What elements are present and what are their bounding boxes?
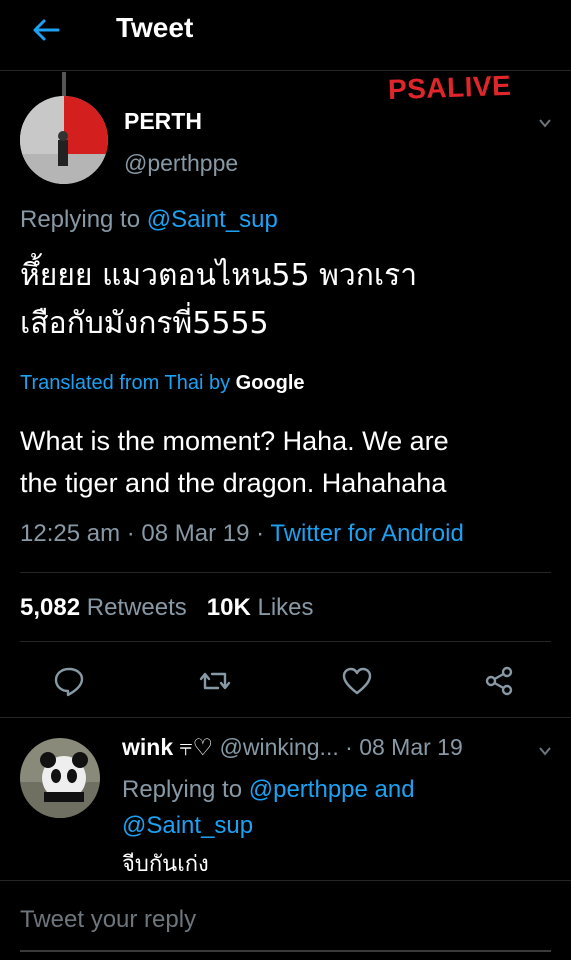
back-arrow-icon[interactable] <box>30 14 62 46</box>
author-avatar[interactable] <box>20 96 108 184</box>
google-label: Google <box>235 372 305 394</box>
author-handle[interactable]: @perthppe <box>124 150 238 177</box>
page-title: Tweet <box>116 12 194 43</box>
compose-underline <box>20 950 551 952</box>
replying-prefix: Replying to <box>122 776 243 803</box>
top-bar: Tweet <box>0 0 571 71</box>
meta-separator: · <box>256 520 265 547</box>
mention-link[interactable]: @Saint_sup <box>147 206 278 233</box>
tweet-stats: 5,082 Retweets 10K Likes <box>20 594 314 622</box>
reply-author-handle[interactable]: @winking... <box>220 734 339 760</box>
reply-compose-input[interactable]: Tweet your reply <box>20 906 196 934</box>
divider <box>0 880 571 881</box>
chevron-down-icon[interactable] <box>538 116 552 130</box>
watermark-text: PSALIVE <box>387 69 512 106</box>
translation-line: the tiger and the dragon. Hahahaha <box>20 468 447 498</box>
mention-link[interactable]: @Saint_sup <box>122 812 253 839</box>
retweets-count: 5,082 <box>20 594 81 621</box>
tweet-text-line: เสือกับมังกรพี่5555 <box>20 306 269 341</box>
retweet-icon[interactable] <box>198 664 232 698</box>
replying-prefix: Replying to <box>20 206 141 233</box>
tweet-text: หึ้ยยย แมวตอนไหน55 พวกเรา เสือกับมังกรพี… <box>20 252 560 348</box>
likes-count: 10K <box>206 594 251 621</box>
author-avatar-image <box>20 96 108 184</box>
likes-stat[interactable]: 10K Likes <box>207 594 314 621</box>
reply-icon[interactable] <box>52 664 86 698</box>
reply-date: 08 Mar 19 <box>359 734 463 760</box>
tweet-time: 12:25 am <box>20 520 121 547</box>
retweets-label: Retweets <box>86 594 187 621</box>
author-name[interactable]: PERTH <box>124 108 202 135</box>
divider <box>0 717 571 718</box>
divider <box>20 641 551 642</box>
chevron-down-icon[interactable] <box>538 744 552 758</box>
meta-separator: · <box>126 520 135 547</box>
translated-prefix: Translated from Thai by <box>20 372 231 394</box>
mention-and: and <box>374 776 415 803</box>
meta-separator: · <box>345 734 353 760</box>
reply-name-emoji: ⫧♡ <box>179 734 214 760</box>
share-icon[interactable] <box>482 664 516 698</box>
translation-line: What is the moment? Haha. We are <box>20 426 449 456</box>
divider <box>20 572 551 573</box>
reply-text: จีบกันเก่ง <box>122 852 209 877</box>
tweet-text-line: หึ้ยยย แมวตอนไหน55 พวกเรา <box>20 258 418 293</box>
translated-label: Translated from Thai by Google <box>20 372 305 395</box>
tweet-date: 08 Mar 19 <box>141 520 250 547</box>
reply-header: wink ⫧♡ @winking... · 08 Mar 19 <box>122 734 463 761</box>
like-heart-icon[interactable] <box>340 664 374 698</box>
reply-replying-to: Replying to @perthppe and @Saint_sup <box>122 772 542 844</box>
reply-avatar-image <box>20 738 100 818</box>
reply-avatar[interactable] <box>20 738 100 818</box>
mention-link[interactable]: @perthppe <box>249 776 368 803</box>
translation-text: What is the moment? Haha. We are the tig… <box>20 420 560 504</box>
tweet-source-link[interactable]: Twitter for Android <box>270 520 463 547</box>
reply-author-name[interactable]: wink <box>122 734 173 760</box>
replying-to: Replying to @Saint_sup <box>20 206 278 234</box>
likes-label: Likes <box>257 594 314 621</box>
retweets-stat[interactable]: 5,082 Retweets <box>20 594 187 621</box>
tweet-meta: 12:25 am · 08 Mar 19 · Twitter for Andro… <box>20 520 464 548</box>
